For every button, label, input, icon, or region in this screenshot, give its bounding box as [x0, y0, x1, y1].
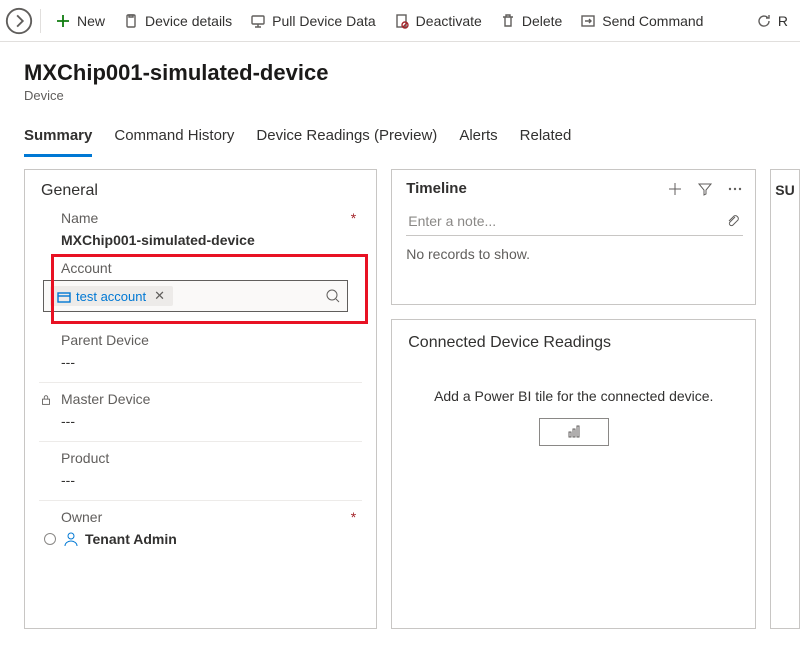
- account-field[interactable]: Account test account ✕: [55, 256, 364, 322]
- expand-icon[interactable]: [4, 6, 34, 36]
- refresh-icon: [756, 13, 772, 29]
- divider: [39, 382, 362, 383]
- master-device-value: ---: [61, 413, 360, 429]
- account-chip[interactable]: test account ✕: [50, 286, 173, 306]
- tab-related[interactable]: Related: [520, 123, 572, 157]
- refresh-button[interactable]: R: [748, 5, 796, 37]
- command-bar: New Device details Pull Device Data Deac…: [0, 0, 800, 42]
- name-field[interactable]: Name * MXChip001-simulated-device: [25, 206, 376, 256]
- delete-button[interactable]: Delete: [492, 5, 570, 37]
- filter-icon[interactable]: [697, 181, 713, 197]
- page-header: MXChip001-simulated-device Device: [0, 42, 800, 107]
- owner-value: Tenant Admin: [85, 531, 177, 547]
- product-value: ---: [61, 472, 360, 488]
- pull-data-label: Pull Device Data: [272, 13, 376, 29]
- send-command-button[interactable]: Send Command: [572, 5, 711, 37]
- tab-command-history[interactable]: Command History: [114, 123, 234, 157]
- entity-name: Device: [24, 88, 800, 103]
- device-details-label: Device details: [145, 13, 232, 29]
- general-title: General: [25, 170, 376, 206]
- readings-title: Connected Device Readings: [392, 320, 755, 358]
- name-value: MXChip001-simulated-device: [61, 232, 360, 248]
- product-label: Product: [61, 450, 109, 466]
- lock-icon: [39, 393, 53, 407]
- suggestions-panel[interactable]: SU: [770, 169, 800, 629]
- add-icon[interactable]: [667, 181, 683, 197]
- deactivate-label: Deactivate: [416, 13, 482, 29]
- delete-label: Delete: [522, 13, 562, 29]
- master-device-label: Master Device: [61, 391, 150, 407]
- attachment-icon[interactable]: [725, 213, 741, 229]
- readings-message: Add a Power BI tile for the connected de…: [392, 388, 755, 404]
- deactivate-button[interactable]: Deactivate: [386, 5, 490, 37]
- timeline-empty: No records to show.: [392, 236, 755, 272]
- powerbi-icon: [566, 424, 582, 440]
- content-area: General Name * MXChip001-simulated-device…: [0, 169, 800, 629]
- separator: [40, 9, 41, 33]
- pull-data-button[interactable]: Pull Device Data: [242, 5, 384, 37]
- device-details-button[interactable]: Device details: [115, 5, 240, 37]
- suggestions-label: SU: [775, 182, 794, 198]
- account-chip-label: test account: [76, 289, 146, 304]
- plus-icon: [55, 13, 71, 29]
- parent-device-value: ---: [61, 354, 360, 370]
- master-device-field[interactable]: Master Device ---: [25, 387, 376, 437]
- page-title: MXChip001-simulated-device: [24, 60, 800, 86]
- tab-alerts[interactable]: Alerts: [459, 123, 497, 157]
- more-icon[interactable]: [727, 181, 743, 197]
- tab-device-readings[interactable]: Device Readings (Preview): [256, 123, 437, 157]
- deactivate-icon: [394, 13, 410, 29]
- timeline-note-input[interactable]: Enter a note...: [406, 207, 743, 236]
- person-icon: [63, 531, 79, 547]
- pull-icon: [250, 13, 266, 29]
- divider: [39, 441, 362, 442]
- status-icon: [43, 532, 57, 546]
- right-column: Timeline Enter a note... No records to s…: [391, 169, 756, 629]
- clear-icon[interactable]: ✕: [152, 288, 167, 304]
- parent-device-field[interactable]: Parent Device ---: [25, 328, 376, 378]
- send-icon: [580, 13, 596, 29]
- tab-summary[interactable]: Summary: [24, 123, 92, 157]
- connected-readings-panel: Connected Device Readings Add a Power BI…: [391, 319, 756, 629]
- general-panel: General Name * MXChip001-simulated-device…: [24, 169, 377, 629]
- new-button[interactable]: New: [47, 5, 113, 37]
- product-field[interactable]: Product ---: [25, 446, 376, 496]
- trash-icon: [500, 13, 516, 29]
- owner-field[interactable]: Owner * Tenant Admin: [25, 505, 376, 555]
- add-powerbi-button[interactable]: [539, 418, 609, 446]
- required-mark: *: [351, 210, 360, 226]
- divider: [39, 500, 362, 501]
- timeline-title: Timeline: [406, 180, 467, 197]
- owner-label: Owner: [61, 509, 102, 525]
- send-command-label: Send Command: [602, 13, 703, 29]
- new-label: New: [77, 13, 105, 29]
- account-icon: [56, 289, 70, 303]
- account-label: Account: [61, 260, 112, 276]
- timeline-panel: Timeline Enter a note... No records to s…: [391, 169, 756, 305]
- name-label: Name: [61, 210, 98, 226]
- account-lookup[interactable]: test account ✕: [43, 280, 348, 312]
- tab-strip: Summary Command History Device Readings …: [0, 107, 800, 157]
- required-mark: *: [351, 509, 360, 525]
- parent-device-label: Parent Device: [61, 332, 149, 348]
- refresh-label: R: [778, 13, 788, 29]
- search-icon[interactable]: [325, 288, 341, 304]
- timeline-placeholder: Enter a note...: [408, 213, 496, 229]
- clipboard-icon: [123, 13, 139, 29]
